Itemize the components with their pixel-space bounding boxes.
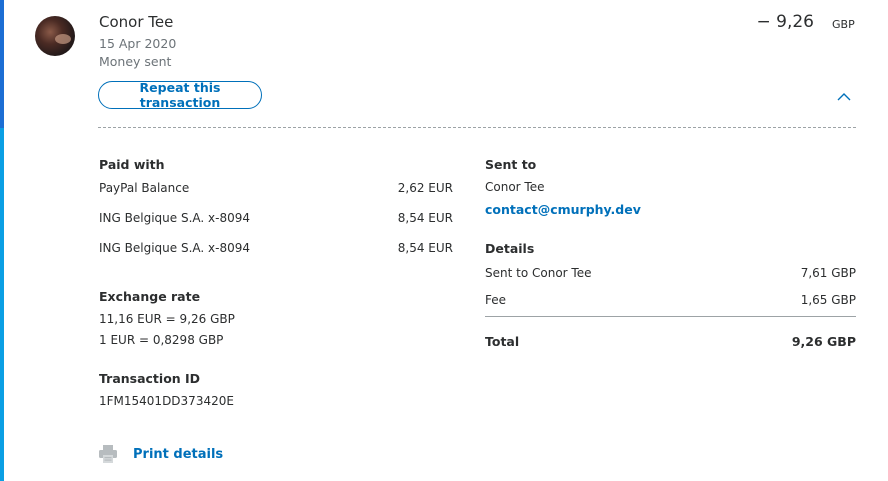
recipient-name: Conor Tee	[485, 180, 545, 194]
transaction-type: Money sent	[99, 54, 172, 69]
recipient-email-link[interactable]: contact@cmurphy.dev	[485, 202, 641, 217]
details-heading: Details	[485, 241, 535, 256]
payment-source-label: ING Belgique S.A. x-8094	[99, 241, 250, 255]
details-row-label: Fee	[485, 293, 507, 307]
exchange-rate-total: 11,16 EUR = 9,26 GBP	[99, 312, 235, 326]
paid-with-heading: Paid with	[99, 157, 165, 172]
contact-name: Conor Tee	[99, 13, 174, 31]
transaction-id-heading: Transaction ID	[99, 371, 201, 386]
repeat-transaction-button[interactable]: Repeat this transaction	[98, 80, 262, 110]
total-label: Total	[485, 334, 520, 349]
payment-source-amount: 2,62 EUR	[397, 181, 453, 195]
details-row-value: 1,65 GBP	[800, 293, 856, 307]
print-details-link[interactable]: Print details	[133, 447, 223, 462]
details-divider	[485, 316, 856, 317]
payment-source-amount: 8,54 EUR	[397, 211, 453, 225]
exchange-rate-heading: Exchange rate	[99, 289, 201, 304]
transaction-date: 15 Apr 2020	[99, 36, 177, 51]
transaction-id-value: 1FM15401DD373420E	[99, 394, 234, 408]
selection-bar-active	[0, 0, 4, 128]
details-row-label: Sent to Conor Tee	[485, 266, 592, 280]
exchange-rate-unit: 1 EUR = 0,8298 GBP	[99, 333, 224, 347]
avatar	[35, 16, 75, 56]
payment-source-label: ING Belgique S.A. x-8094	[99, 211, 250, 225]
transaction-amount: − 9,26	[756, 12, 815, 32]
printer-icon[interactable]	[98, 444, 118, 464]
total-value: 9,26 GBP	[791, 334, 856, 349]
sent-to-heading: Sent to	[485, 157, 537, 172]
payment-source-amount: 8,54 EUR	[397, 241, 453, 255]
transaction-amount-currency: GBP	[832, 18, 855, 31]
payment-source-label: PayPal Balance	[99, 181, 190, 195]
details-row-value: 7,61 GBP	[800, 266, 856, 280]
chevron-up-icon[interactable]	[836, 91, 852, 103]
dashed-divider	[98, 127, 856, 128]
